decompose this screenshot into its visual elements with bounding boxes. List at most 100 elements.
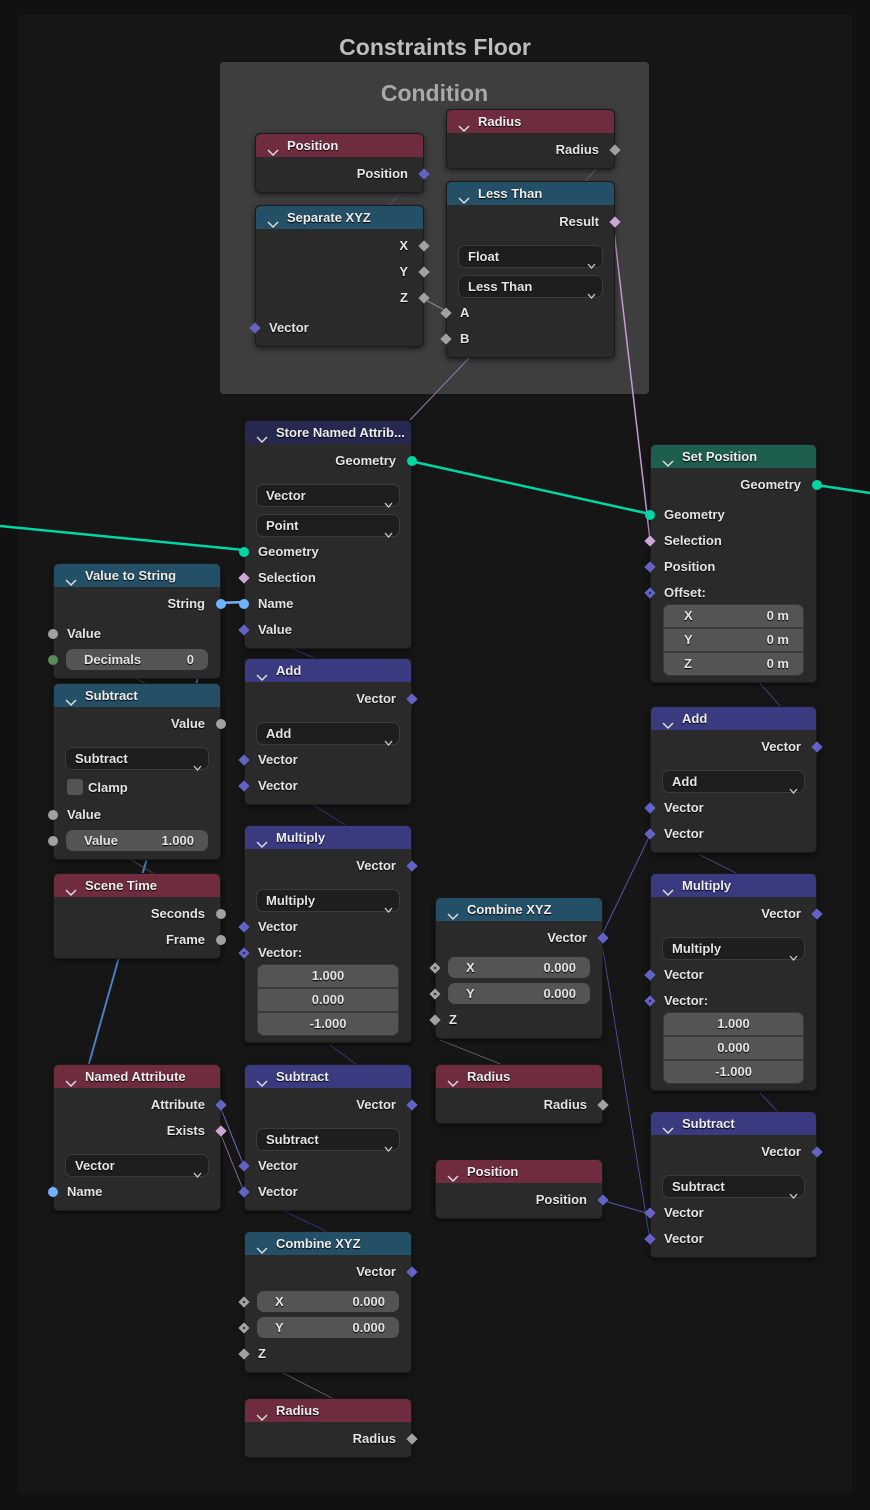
node-position[interactable]: Position Position bbox=[435, 1159, 609, 1219]
vector-component-field[interactable]: 1.000 bbox=[663, 1012, 804, 1036]
node-header[interactable]: Add bbox=[245, 659, 411, 682]
vector-component-field[interactable]: Y 0 m bbox=[663, 628, 804, 652]
dropdown-add[interactable]: Add bbox=[256, 722, 400, 746]
node-add[interactable]: Add Vector Add Vector Vector bbox=[238, 658, 418, 805]
field-x[interactable]: X 0.000 bbox=[257, 1291, 399, 1312]
collapse-chevron-icon[interactable] bbox=[256, 1072, 268, 1088]
node-scene-time[interactable]: Scene Time Seconds Frame bbox=[53, 873, 226, 959]
node-radius[interactable]: Radius Radius bbox=[244, 1398, 418, 1458]
node-subtract[interactable]: Subtract Value Subtract Clamp Value Value 1.00… bbox=[48, 683, 226, 860]
field-y[interactable]: Y 0.000 bbox=[448, 983, 590, 1004]
node-separate-xyz[interactable]: Separate XYZ X Y Z Vector bbox=[249, 205, 430, 347]
node-radius[interactable]: Radius Radius bbox=[446, 109, 621, 169]
geometry-socket-icon[interactable] bbox=[645, 510, 655, 520]
node-header[interactable]: Subtract bbox=[54, 684, 220, 707]
dropdown-multiply[interactable]: Multiply bbox=[256, 889, 400, 913]
collapse-chevron-icon[interactable] bbox=[65, 691, 77, 707]
geometry-socket-icon[interactable] bbox=[812, 480, 822, 490]
vector-component-field[interactable]: Z 0 m bbox=[663, 652, 804, 676]
collapse-chevron-icon[interactable] bbox=[662, 1119, 674, 1135]
vector-component-field[interactable]: -1.000 bbox=[257, 1012, 399, 1036]
node-named-attribute[interactable]: Named Attribute Attribute Exists Vector Name bbox=[48, 1064, 227, 1211]
node-header[interactable]: Multiply bbox=[245, 826, 411, 849]
field-x[interactable]: X 0.000 bbox=[448, 957, 590, 978]
collapse-chevron-icon[interactable] bbox=[256, 1239, 268, 1255]
node-header[interactable]: Radius bbox=[447, 110, 614, 133]
node-header[interactable]: Combine XYZ bbox=[436, 898, 602, 921]
node-add[interactable]: Add Vector Add Vector Vector bbox=[644, 706, 823, 853]
node-header[interactable]: Set Position bbox=[651, 445, 816, 468]
node-store-named-attrib[interactable]: Store Named Attrib... Geometry Vector Point… bbox=[238, 420, 417, 649]
collapse-chevron-icon[interactable] bbox=[662, 881, 674, 897]
node-header[interactable]: Multiply bbox=[651, 874, 816, 897]
node-header[interactable]: Subtract bbox=[245, 1065, 411, 1088]
vector-component-field[interactable]: -1.000 bbox=[663, 1060, 804, 1084]
dropdown-vector[interactable]: Vector bbox=[65, 1154, 209, 1178]
collapse-chevron-icon[interactable] bbox=[447, 905, 459, 921]
collapse-chevron-icon[interactable] bbox=[65, 881, 77, 897]
node-less-than[interactable]: Less Than Result Float Less Than A B bbox=[440, 181, 621, 358]
collapse-chevron-icon[interactable] bbox=[447, 1072, 459, 1088]
node-header[interactable]: Value to String bbox=[54, 564, 220, 587]
checkbox-clamp[interactable] bbox=[67, 779, 83, 795]
node-header[interactable]: Scene Time bbox=[54, 874, 220, 897]
collapse-chevron-icon[interactable] bbox=[256, 666, 268, 682]
dropdown-add[interactable]: Add bbox=[662, 770, 805, 794]
vector-component-field[interactable]: 1.000 bbox=[257, 964, 399, 988]
node-header[interactable]: Separate XYZ bbox=[256, 206, 423, 229]
node-combine-xyz[interactable]: Combine XYZ Vector X 0.000 Y 0.000 Z bbox=[238, 1231, 418, 1373]
frame-socket-icon[interactable] bbox=[216, 935, 226, 945]
node-combine-xyz[interactable]: Combine XYZ Vector X 0.000 Y 0.000 Z bbox=[429, 897, 609, 1039]
collapse-chevron-icon[interactable] bbox=[458, 189, 470, 205]
node-position[interactable]: Position Position bbox=[255, 133, 430, 193]
node-header[interactable]: Radius bbox=[245, 1399, 411, 1422]
collapse-chevron-icon[interactable] bbox=[447, 1167, 459, 1183]
node-header[interactable]: Subtract bbox=[651, 1112, 816, 1135]
dropdown-subtract[interactable]: Subtract bbox=[65, 747, 209, 771]
value-socket-icon[interactable] bbox=[48, 810, 58, 820]
vector-component-field[interactable]: 0.000 bbox=[663, 1036, 804, 1060]
seconds-socket-icon[interactable] bbox=[216, 909, 226, 919]
collapse-chevron-icon[interactable] bbox=[256, 428, 268, 444]
collapse-chevron-icon[interactable] bbox=[256, 1406, 268, 1422]
collapse-chevron-icon[interactable] bbox=[65, 571, 77, 587]
dropdown-vector[interactable]: Vector bbox=[256, 484, 400, 508]
field-value[interactable]: Value 1.000 bbox=[66, 830, 208, 851]
dropdown-multiply[interactable]: Multiply bbox=[662, 937, 805, 961]
node-header[interactable]: Store Named Attrib... bbox=[245, 421, 411, 444]
string-socket-icon[interactable] bbox=[216, 599, 226, 609]
node-header[interactable]: Add bbox=[651, 707, 816, 730]
node-header[interactable]: Position bbox=[436, 1160, 602, 1183]
collapse-chevron-icon[interactable] bbox=[662, 714, 674, 730]
vector-component-field[interactable]: X 0 m bbox=[663, 604, 804, 628]
node-header[interactable]: Position bbox=[256, 134, 423, 157]
dropdown-point[interactable]: Point bbox=[256, 514, 400, 538]
collapse-chevron-icon[interactable] bbox=[662, 452, 674, 468]
collapse-chevron-icon[interactable] bbox=[267, 213, 279, 229]
node-subtract[interactable]: Subtract Vector Subtract Vector Vector bbox=[644, 1111, 823, 1258]
field-y[interactable]: Y 0.000 bbox=[257, 1317, 399, 1338]
dropdown-float[interactable]: Float bbox=[458, 245, 603, 269]
node-header[interactable]: Named Attribute bbox=[54, 1065, 220, 1088]
geometry-socket-icon[interactable] bbox=[239, 547, 249, 557]
dropdown-less-than[interactable]: Less Than bbox=[458, 275, 603, 299]
node-radius[interactable]: Radius Radius bbox=[435, 1064, 609, 1124]
value-socket-icon[interactable] bbox=[216, 719, 226, 729]
dropdown-subtract[interactable]: Subtract bbox=[256, 1128, 400, 1152]
node-subtract[interactable]: Subtract Vector Subtract Vector Vector bbox=[238, 1064, 418, 1211]
field-decimals[interactable]: Decimals 0 bbox=[66, 649, 208, 670]
decimals-socket-icon[interactable] bbox=[48, 655, 58, 665]
value-socket-icon[interactable] bbox=[48, 629, 58, 639]
collapse-chevron-icon[interactable] bbox=[256, 833, 268, 849]
geometry-socket-icon[interactable] bbox=[407, 456, 417, 466]
node-set-position[interactable]: Set Position Geometry Geometry Selection Pos… bbox=[644, 444, 822, 683]
name-socket-icon[interactable] bbox=[48, 1187, 58, 1197]
node-multiply[interactable]: Multiply Vector Multiply Vector Vector: 1.000… bbox=[238, 825, 418, 1043]
collapse-chevron-icon[interactable] bbox=[267, 141, 279, 157]
name-socket-icon[interactable] bbox=[239, 599, 249, 609]
node-header[interactable]: Less Than bbox=[447, 182, 614, 205]
collapse-chevron-icon[interactable] bbox=[65, 1072, 77, 1088]
node-header[interactable]: Radius bbox=[436, 1065, 602, 1088]
collapse-chevron-icon[interactable] bbox=[458, 117, 470, 133]
node-value-to-string[interactable]: Value to String String Value Decimals 0 bbox=[48, 563, 226, 679]
